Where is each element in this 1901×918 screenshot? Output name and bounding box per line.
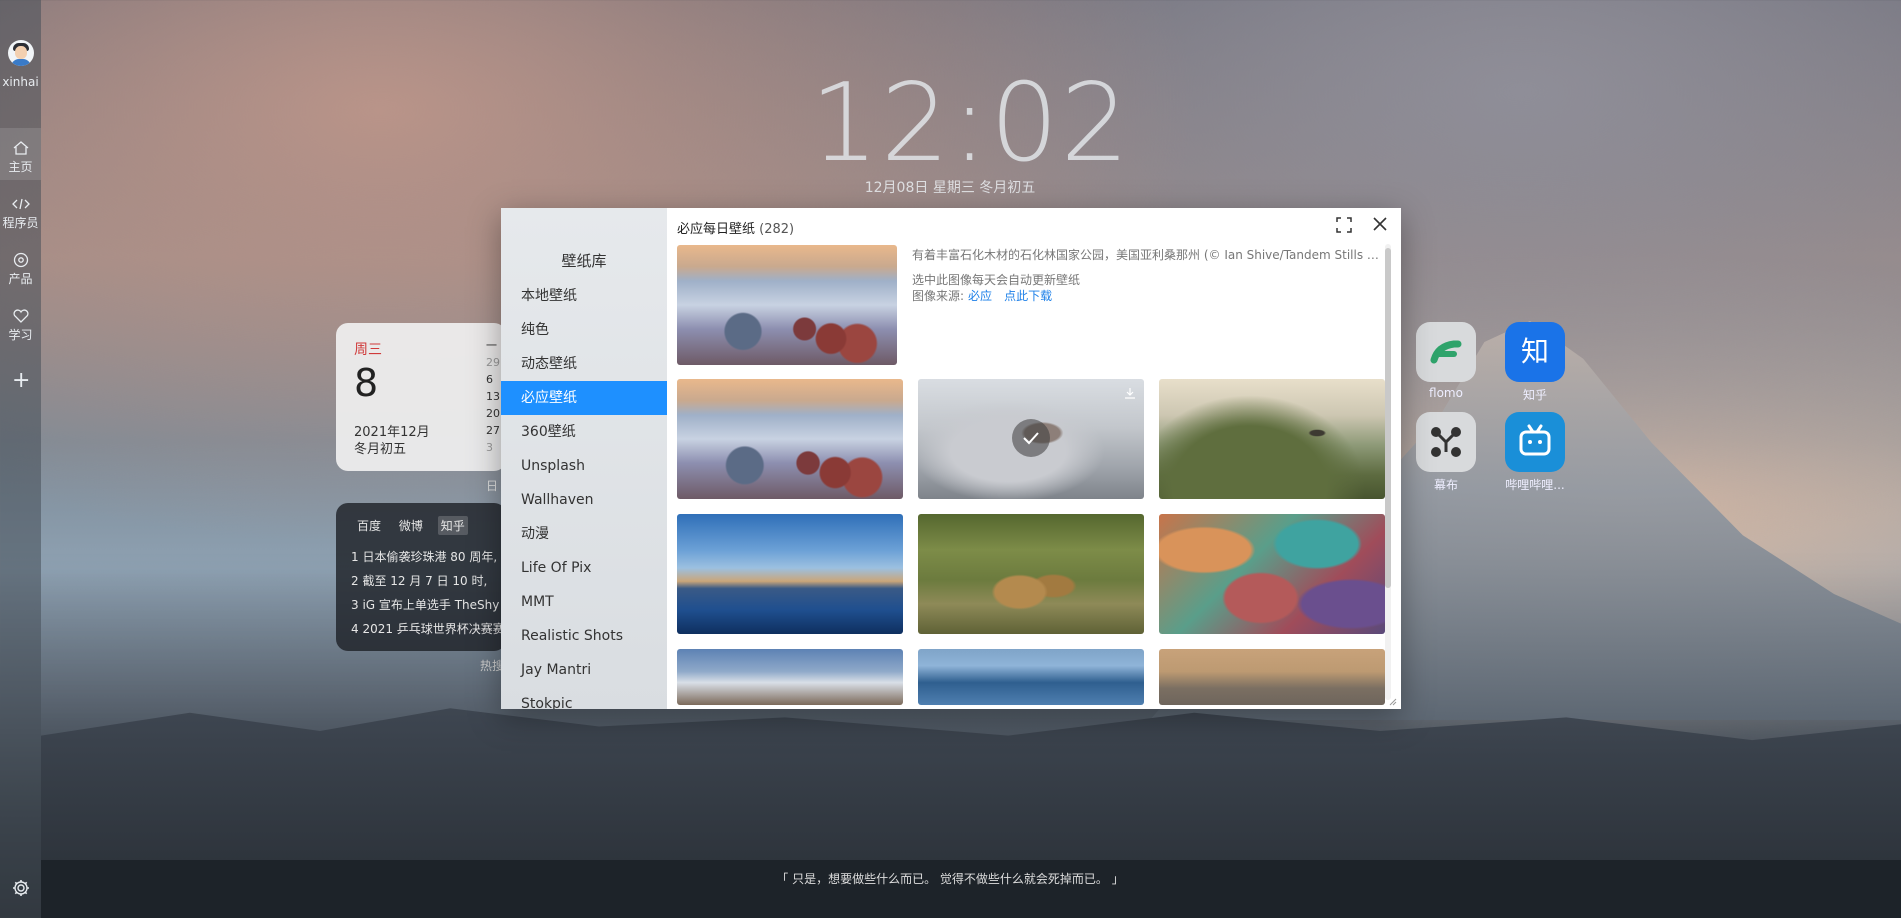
wallpaper-thumb-cheetahs[interactable] xyxy=(918,514,1144,634)
sidebar-item-mmt[interactable]: MMT xyxy=(501,585,667,619)
sidebar-item-360[interactable]: 360壁纸 xyxy=(501,415,667,449)
sidebar-item-dynamic[interactable]: 动态壁纸 xyxy=(501,347,667,381)
heart-icon xyxy=(12,309,29,323)
wallpaper-thumb-snow-castle[interactable] xyxy=(918,379,1144,499)
zhihu-icon: 知 xyxy=(1505,322,1565,382)
featured-wallpaper[interactable] xyxy=(677,245,897,365)
hotlist-items: 1 日本偷袭珍珠港 80 周年, 2 截至 12 月 7 日 10 时, 3 i… xyxy=(351,545,505,641)
nav-item-label: 学习 xyxy=(8,328,33,342)
sidebar-title: 壁纸库 xyxy=(561,252,607,270)
selected-check-icon xyxy=(1012,419,1050,457)
featured-source: 图像来源: 必应 点此下载 xyxy=(912,289,1053,303)
list-item[interactable]: 2 截至 12 月 7 日 10 时, xyxy=(351,569,505,593)
dialog-title: 必应每日壁纸 (282) xyxy=(677,222,795,237)
nav-item-product[interactable]: 产品 xyxy=(0,240,41,292)
wallpaper-dialog: 壁纸库 本地壁纸 纯色 动态壁纸 必应壁纸 360壁纸 Unsplash Wal… xyxy=(501,208,1401,709)
calendar-day: 8 xyxy=(354,361,379,405)
calendar-lunar: 冬月初五 xyxy=(354,442,407,457)
close-icon[interactable] xyxy=(1370,214,1390,234)
username: xinhai xyxy=(2,75,39,89)
code-icon xyxy=(11,198,30,210)
sidebar-item-bing[interactable]: 必应壁纸 xyxy=(501,381,667,415)
product-icon xyxy=(13,252,28,268)
sidebar-item-local[interactable]: 本地壁纸 xyxy=(501,279,667,313)
hotlist-tabs: 百度 微博 知乎 xyxy=(354,516,476,535)
wallpaper-thumb-hill-tower[interactable] xyxy=(1159,379,1385,499)
app-mubu[interactable]: 幕布 xyxy=(1416,412,1476,493)
featured-description: 有着丰富石化木材的石化林国家公园，美国亚利桑那州 (© Ian Shive/Ta… xyxy=(912,248,1382,262)
wallpaper-thumb-autumn-leaves[interactable] xyxy=(1159,514,1385,634)
flomo-icon xyxy=(1416,322,1476,382)
gear-icon[interactable] xyxy=(11,878,31,898)
app-bilibili[interactable]: 哔哩哔哩... xyxy=(1505,412,1565,493)
calendar-weekday: 周三 xyxy=(354,342,382,358)
nav-item-label: 程序员 xyxy=(2,216,39,230)
clock-time: 12:02 xyxy=(810,61,1132,186)
sidebar-item-solid[interactable]: 纯色 xyxy=(501,313,667,347)
home-icon xyxy=(13,141,28,155)
bilibili-icon xyxy=(1505,412,1565,472)
sidebar-item-unsplash[interactable]: Unsplash xyxy=(501,449,667,483)
tab-weibo[interactable]: 微博 xyxy=(396,516,426,535)
nav-item-programmer[interactable]: 程序员 xyxy=(0,184,41,236)
wallpaper-sidebar: 壁纸库 本地壁纸 纯色 动态壁纸 必应壁纸 360壁纸 Unsplash Wal… xyxy=(501,208,667,709)
tab-zhihu[interactable]: 知乎 xyxy=(437,516,468,535)
nav-item-home[interactable]: 主页 xyxy=(0,128,41,180)
calendar-caption: 日 xyxy=(486,479,499,493)
wallpaper-thumb-city-river[interactable] xyxy=(677,514,903,634)
sidebar-item-jay-mantri[interactable]: Jay Mantri xyxy=(501,653,667,687)
app-flomo[interactable]: flomo xyxy=(1416,322,1476,400)
sidebar-item-realistic-shots[interactable]: Realistic Shots xyxy=(501,619,667,653)
left-navbar: xinhai 主页 程序员 产品 学习 + xyxy=(0,0,41,918)
resize-handle-icon[interactable] xyxy=(1387,696,1397,706)
plus-icon[interactable]: + xyxy=(12,370,30,392)
sidebar-item-stokpic[interactable]: Stokpic xyxy=(501,687,667,709)
background-ground xyxy=(41,860,1901,918)
app-zhihu[interactable]: 知 知乎 xyxy=(1505,322,1565,403)
wallpaper-thumb-snow-peaks[interactable] xyxy=(677,649,903,705)
wallpaper-thumb-badlands[interactable] xyxy=(677,379,903,499)
calendar-widget[interactable]: 周三 8 2021年12月 冬月初五 一 29 6 13 20 27 3 xyxy=(336,323,506,471)
nav-item-study[interactable]: 学习 xyxy=(0,296,41,348)
list-item[interactable]: 3 iG 宣布上单选手 TheShy xyxy=(351,593,505,617)
featured-hint: 选中此图像每天会自动更新壁纸 xyxy=(912,273,1081,287)
source-link[interactable]: 必应 xyxy=(968,289,992,303)
download-link[interactable]: 点此下载 xyxy=(1004,289,1052,303)
fullscreen-icon[interactable] xyxy=(1335,216,1353,234)
hotlist-widget: 百度 微博 知乎 1 日本偷袭珍珠港 80 周年, 2 截至 12 月 7 日 … xyxy=(336,503,506,651)
sidebar-item-wallhaven[interactable]: Wallhaven xyxy=(501,483,667,517)
wallpaper-thumb-elephant[interactable] xyxy=(1159,649,1385,705)
download-icon[interactable] xyxy=(1124,387,1136,399)
mubu-icon xyxy=(1416,412,1476,472)
sidebar-item-lifeofpix[interactable]: Life Of Pix xyxy=(501,551,667,585)
wallpaper-count: (282) xyxy=(759,222,795,237)
nav-item-label: 主页 xyxy=(8,160,33,174)
nav-item-label: 产品 xyxy=(8,272,33,286)
wallpaper-thumb-icebergs[interactable] xyxy=(918,649,1144,705)
avatar[interactable] xyxy=(8,40,34,66)
quote-text: 「 只是，想要做些什么而已。 觉得不做些什么就会死掉而已。 」 xyxy=(776,872,1124,886)
list-item[interactable]: 4 2021 乒乓球世界杯决赛赛 xyxy=(351,617,505,641)
sidebar-item-anime[interactable]: 动漫 xyxy=(501,517,667,551)
clock-date: 12月08日 星期三 冬月初五 xyxy=(864,180,1036,196)
scrollbar-thumb[interactable] xyxy=(1385,248,1391,588)
tab-baidu[interactable]: 百度 xyxy=(354,516,384,535)
list-item[interactable]: 1 日本偷袭珍珠港 80 周年, xyxy=(351,545,505,569)
